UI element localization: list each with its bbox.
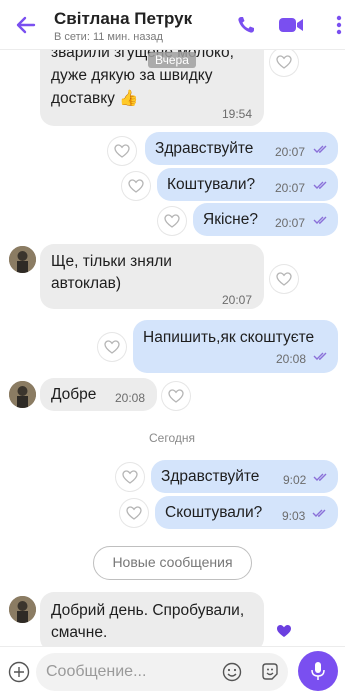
message-text: Здравствуйте [161,468,260,485]
emoji-icon[interactable] [222,662,242,682]
message-text: автоклав) [51,275,122,292]
sticky-date-badge: Вчера [148,52,196,68]
like-button[interactable] [108,137,136,165]
heart-icon [128,179,144,193]
heart-icon [104,340,120,354]
heart-icon [122,470,138,484]
heart-icon [114,144,130,158]
like-button-liked[interactable] [270,617,298,645]
message-text: Скоштували? [165,504,263,521]
heart-icon [276,272,292,286]
date-separator: Сегодня [149,431,195,445]
outgoing-message[interactable]: Скоштували? 9:03 [155,496,338,529]
message-text: Добрий день. Спробували, [51,602,245,619]
sticker-icon[interactable] [260,662,280,682]
message-text: доставку 👍 [51,90,139,107]
like-button[interactable] [120,499,148,527]
contact-name[interactable]: Світлана Петрук [54,9,192,29]
back-arrow-icon[interactable] [14,14,36,36]
heart-icon [164,214,180,228]
incoming-message[interactable]: Ще, тільки зняли автоклав) 20:07 [40,244,264,309]
like-button[interactable] [116,463,144,491]
message-time: 20:07 [275,145,306,159]
read-ticks-icon [313,473,327,481]
new-messages-divider: Новые сообщения [93,546,252,580]
like-button[interactable] [270,50,298,76]
message-input[interactable] [46,660,206,684]
chat-header: Світлана Петрук В сети: 11 мин. назад [0,0,345,50]
more-options-icon[interactable] [335,14,343,36]
outgoing-message[interactable]: Здравствуйте 20:07 [145,132,338,165]
message-text: смачне. [51,624,108,641]
outgoing-message[interactable]: Коштували? 20:07 [157,168,338,201]
message-time: 20:07 [222,293,253,307]
attach-plus-icon[interactable] [8,661,30,683]
message-text: Добре [51,386,97,403]
like-button[interactable] [98,333,126,361]
message-time: 20:07 [275,216,306,230]
message-text: Напишить,як скоштуєте [143,329,315,346]
read-ticks-icon [313,216,327,224]
heart-icon [276,55,292,69]
like-button[interactable] [270,265,298,293]
message-list[interactable]: зварили згущене молоко, дуже дякую за шв… [0,50,345,646]
message-text: Ще, тільки зняли [51,253,172,270]
voice-message-button[interactable] [298,651,338,691]
like-button[interactable] [158,207,186,235]
message-time: 19:54 [222,107,253,121]
message-text: Здравствуйте [155,140,254,157]
outgoing-message[interactable]: Напишить,як скоштуєте 20:08 [133,320,338,373]
like-button[interactable] [122,172,150,200]
heart-icon [168,389,184,403]
outgoing-message[interactable]: Якісне? 20:07 [193,203,338,236]
message-time: 9:02 [283,473,307,487]
message-time: 20:08 [115,391,146,405]
outgoing-message[interactable]: Здравствуйте 9:02 [151,460,338,493]
read-ticks-icon [313,145,327,153]
message-text: зварили згущене молоко, [51,50,234,61]
message-time: 9:03 [282,509,306,523]
read-ticks-icon [313,352,327,360]
message-time: 20:08 [276,352,307,366]
message-text: Коштували? [167,176,256,193]
message-composer [0,646,345,700]
read-ticks-icon [313,181,327,189]
like-button[interactable] [162,382,190,410]
message-text: Якісне? [203,211,258,228]
heart-icon [126,506,142,520]
contact-avatar[interactable] [9,381,36,408]
contact-avatar[interactable] [9,246,36,273]
heart-filled-icon [277,625,291,637]
incoming-message[interactable]: Добре 20:08 [40,378,157,411]
video-call-icon[interactable] [278,15,304,35]
message-time: 20:07 [275,181,306,195]
incoming-message[interactable]: Добрий день. Спробували, смачне. [40,592,264,646]
read-ticks-icon [312,509,326,517]
phone-icon[interactable] [236,15,256,35]
message-text: дуже дякую за швидку [51,67,213,84]
message-input-container[interactable] [36,653,288,691]
microphone-icon [311,662,325,680]
contact-avatar[interactable] [9,596,36,623]
last-seen-status: В сети: 11 мин. назад [54,31,163,43]
